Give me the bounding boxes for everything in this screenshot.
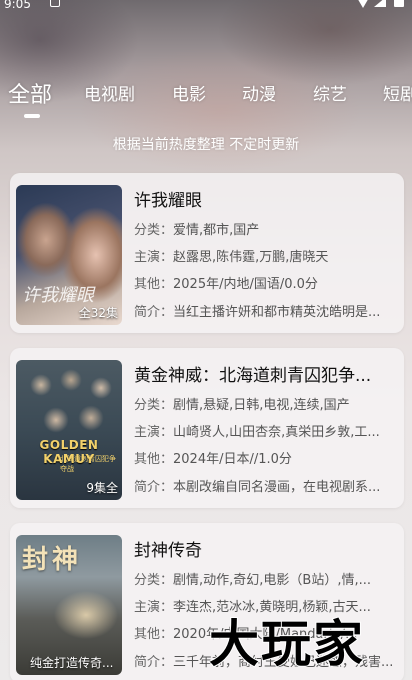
category-value: 剧情,动作,奇幻,电影（B站）,情,...: [173, 573, 371, 588]
status-bar: 9:05: [0, 0, 412, 14]
other-label: 其他：: [134, 627, 174, 642]
media-category: 分类：剧情,动作,奇幻,电影（B站）,情,...: [134, 569, 396, 588]
tab-anime[interactable]: 动漫: [242, 80, 276, 105]
intro-label: 简介：: [134, 480, 174, 495]
intro-label: 简介：: [134, 655, 174, 670]
watermark-logo: 大玩家: [208, 614, 365, 674]
other-value: 2024年/日本//1.0分: [173, 452, 292, 467]
category-label: 分类：: [134, 573, 174, 588]
other-value: 2025年/内地/国语/0.0分: [173, 277, 318, 292]
cast-label: 主演：: [134, 425, 174, 440]
media-intro: 简介：当红主播许妍和都市精英沈皓明是...: [134, 301, 396, 320]
category-label: 分类：: [134, 398, 174, 413]
category-tabs: 全部 电视剧 电影 动漫 综艺 短剧: [0, 80, 412, 120]
tab-all[interactable]: 全部: [8, 77, 52, 109]
wifi-icon: [356, 0, 370, 8]
tab-short-drama[interactable]: 短剧: [383, 80, 412, 105]
poster-brush-art: 封神: [22, 545, 83, 575]
notification-icon: [50, 0, 60, 7]
poster-image: 许我耀眼 全32集: [16, 185, 122, 325]
category-value: 爱情,都市,国产: [173, 223, 260, 238]
intro-value: 本剧改编自同名漫画，在电视剧系...: [173, 480, 381, 495]
episode-badge: 全32集: [78, 306, 118, 320]
tab-tv-series[interactable]: 电视剧: [84, 80, 135, 105]
media-title: 许我耀眼: [134, 191, 202, 211]
episode-badge: 纯金打造传奇...: [30, 656, 114, 670]
media-category: 分类：爱情,都市,国产: [134, 219, 396, 238]
media-title: 黄金神威：北海道刺青囚犯争...: [134, 366, 372, 386]
media-category: 分类：剧情,悬疑,日韩,电视,连续,国产: [134, 394, 396, 413]
episode-badge: 9集全: [86, 481, 118, 495]
active-tab-indicator: [24, 114, 40, 118]
poster-logo-subtitle: 北海道刺青囚犯争夺战: [60, 455, 116, 473]
media-title: 封神传奇: [134, 541, 202, 561]
list-subtitle: 根据当前热度整理 不定时更新: [112, 137, 300, 153]
status-time: 9:05: [4, 0, 31, 11]
other-label: 其他：: [134, 277, 174, 292]
other-label: 其他：: [134, 452, 174, 467]
media-other: 其他：2024年/日本//1.0分: [134, 448, 396, 467]
media-intro: 简介：本剧改编自同名漫画，在电视剧系...: [134, 476, 396, 495]
signal-icon: [374, 0, 386, 7]
media-cast: 主演：赵露思,陈伟霆,万鹏,唐晓天: [134, 246, 396, 265]
cast-value: 赵露思,陈伟霆,万鹏,唐晓天: [173, 250, 329, 265]
battery-icon: [394, 0, 404, 7]
cast-label: 主演：: [134, 600, 174, 615]
cast-value: 山崎贤人,山田杏奈,真栄田乡敦,工...: [173, 425, 380, 440]
category-label: 分类：: [134, 223, 174, 238]
cast-label: 主演：: [134, 250, 174, 265]
tab-variety[interactable]: 综艺: [313, 80, 347, 105]
poster-image: GOLDEN KAMUY 北海道刺青囚犯争夺战 9集全: [16, 360, 122, 500]
intro-value: 当红主播许妍和都市精英沈皓明是...: [173, 305, 381, 320]
intro-label: 简介：: [134, 305, 174, 320]
media-card[interactable]: 许我耀眼 全32集 许我耀眼 分类：爱情,都市,国产 主演：赵露思,陈伟霆,万鹏…: [10, 173, 404, 333]
media-other: 其他：2025年/内地/国语/0.0分: [134, 273, 396, 292]
media-cast: 主演：山崎贤人,山田杏奈,真栄田乡敦,工...: [134, 421, 396, 440]
category-value: 剧情,悬疑,日韩,电视,连续,国产: [173, 398, 350, 413]
media-card[interactable]: GOLDEN KAMUY 北海道刺青囚犯争夺战 9集全 黄金神威：北海道刺青囚犯…: [10, 348, 404, 508]
poster-image: 封神 纯金打造传奇...: [16, 535, 122, 675]
tab-movies[interactable]: 电影: [172, 80, 206, 105]
